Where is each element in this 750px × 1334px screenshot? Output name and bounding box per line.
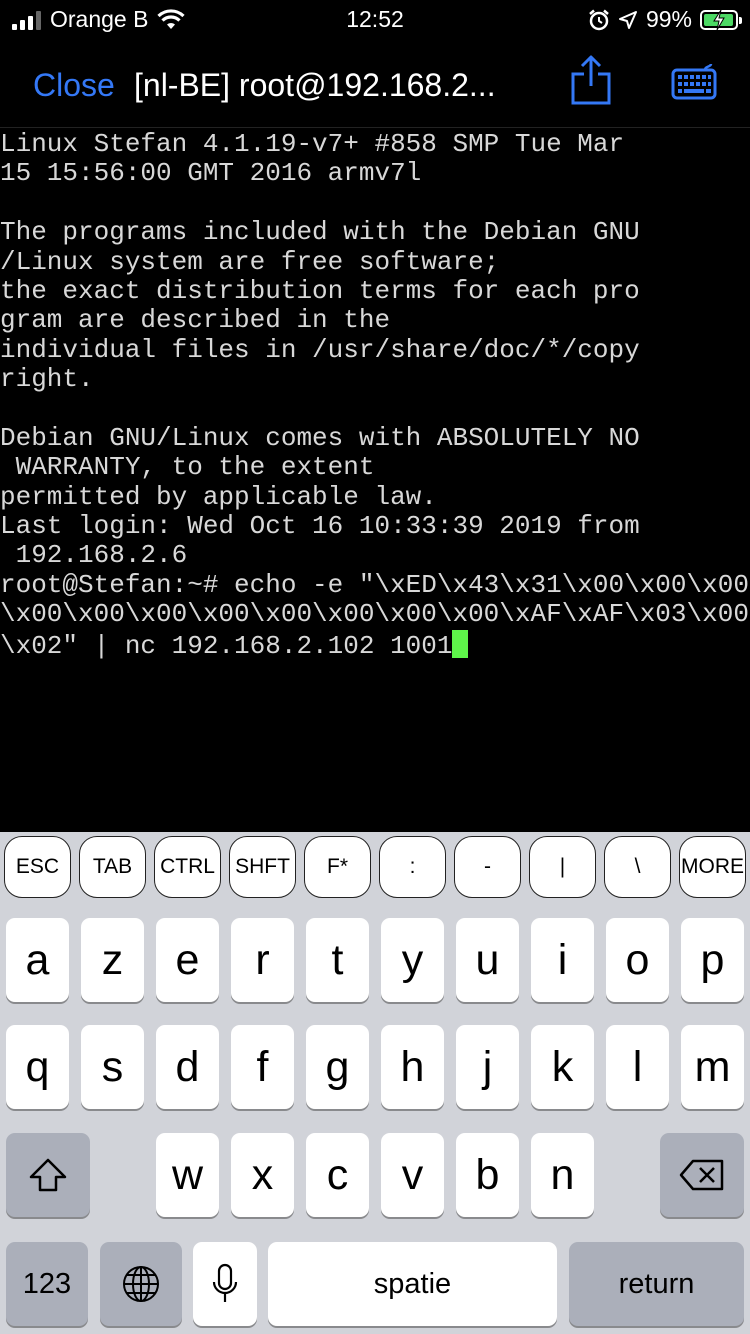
- key-t[interactable]: t: [306, 918, 369, 1002]
- pipe-key[interactable]: |: [529, 836, 596, 898]
- terminal-line: individual files in /usr/share/doc/*/cop…: [0, 334, 640, 365]
- tab-key[interactable]: TAB: [79, 836, 146, 898]
- status-bar: Orange B 12:52 99%: [0, 0, 750, 40]
- session-title: [nl-BE] root@192.168.2...: [134, 67, 496, 103]
- key-i[interactable]: i: [531, 918, 594, 1002]
- terminal-line: gram are described in the: [0, 305, 391, 336]
- key-q[interactable]: q: [6, 1025, 69, 1109]
- key-a[interactable]: a: [6, 918, 69, 1002]
- alarm-icon: [589, 9, 609, 30]
- key-l[interactable]: l: [606, 1025, 669, 1109]
- key-g[interactable]: g: [306, 1025, 369, 1109]
- terminal-line: The programs included with the Debian GN…: [0, 217, 640, 248]
- battery-percent: 99%: [645, 6, 692, 32]
- ctrl-key[interactable]: CTRL: [154, 836, 221, 898]
- terminal-line: root@Stefan:~# echo -e "\xED\x43\x31\x00…: [0, 569, 749, 600]
- backspace-icon: [679, 1159, 724, 1191]
- key-k[interactable]: k: [531, 1025, 594, 1109]
- battery-charging-icon: [700, 9, 742, 30]
- terminal-cursor: [452, 629, 469, 658]
- key-w[interactable]: w: [156, 1133, 219, 1217]
- shift-button[interactable]: [6, 1133, 90, 1217]
- terminal-line: Debian GNU/Linux comes with ABSOLUTELY N…: [0, 422, 640, 453]
- key-e[interactable]: e: [156, 918, 219, 1002]
- key-n[interactable]: n: [531, 1133, 594, 1217]
- key-o[interactable]: o: [606, 918, 669, 1002]
- terminal-line: right.: [0, 364, 94, 395]
- numbers-key[interactable]: 123: [6, 1242, 88, 1326]
- key-d[interactable]: d: [156, 1025, 219, 1109]
- keyboard-icon[interactable]: [671, 64, 717, 100]
- nav-bar: Close [nl-BE] root@192.168.2...: [0, 40, 750, 128]
- esc-key[interactable]: ESC: [4, 836, 71, 898]
- shift-arrow-icon: [29, 1158, 67, 1192]
- key-m[interactable]: m: [681, 1025, 744, 1109]
- key-x[interactable]: x: [231, 1133, 294, 1217]
- terminal-line: Last login: Wed Oct 16 10:33:39 2019 fro…: [0, 511, 640, 542]
- terminal-line: 192.168.2.6: [0, 540, 188, 571]
- terminal-prompt-line: \x02" | nc 192.168.2.102 1001: [0, 629, 750, 661]
- terminal-line: 15 15:56:00 GMT 2016 armv7l: [0, 158, 422, 189]
- key-p[interactable]: p: [681, 918, 744, 1002]
- accessory-key-bar: ESC TAB CTRL SHFT F* : - | \ MORE: [0, 832, 750, 902]
- terminal-output[interactable]: Linux Stefan 4.1.19-v7+ #858 SMP Tue Mar…: [0, 130, 750, 832]
- terminal-line: Linux Stefan 4.1.19-v7+ #858 SMP Tue Mar: [0, 130, 625, 159]
- key-b[interactable]: b: [456, 1133, 519, 1217]
- backslash-key[interactable]: \: [604, 836, 671, 898]
- function-key[interactable]: F*: [304, 836, 371, 898]
- status-right: 99%: [588, 6, 742, 33]
- terminal-line: the exact distribution terms for each pr…: [0, 275, 640, 306]
- key-j[interactable]: j: [456, 1025, 519, 1109]
- space-key[interactable]: spatie: [268, 1242, 557, 1326]
- microphone-icon: [212, 1263, 238, 1302]
- key-v[interactable]: v: [381, 1133, 444, 1217]
- dash-key[interactable]: -: [454, 836, 521, 898]
- terminal-line: \x00\x00\x00\x00\x00\x00\x00\x00\xAF\xAF…: [0, 599, 749, 630]
- backspace-button[interactable]: [660, 1133, 744, 1217]
- key-c[interactable]: c: [306, 1133, 369, 1217]
- share-icon[interactable]: [570, 54, 612, 106]
- shift-key[interactable]: SHFT: [229, 836, 296, 898]
- colon-key[interactable]: :: [379, 836, 446, 898]
- globe-icon: [123, 1266, 159, 1302]
- terminal-command-tail: \x02" | nc 192.168.2.102 1001: [0, 630, 453, 661]
- terminal-line: /Linux system are free software;: [0, 246, 500, 277]
- key-r[interactable]: r: [231, 918, 294, 1002]
- key-h[interactable]: h: [381, 1025, 444, 1109]
- globe-button[interactable]: [100, 1242, 182, 1326]
- terminal-line: WARRANTY, to the extent: [0, 452, 375, 483]
- dictation-button[interactable]: [193, 1242, 257, 1326]
- terminal-line: permitted by applicable law.: [0, 481, 437, 512]
- key-s[interactable]: s: [81, 1025, 144, 1109]
- key-u[interactable]: u: [456, 918, 519, 1002]
- close-button[interactable]: Close: [33, 67, 115, 104]
- more-key[interactable]: MORE: [679, 836, 746, 898]
- soft-keyboard: a z e r t y u i o p q s d f g h j k l m …: [0, 902, 750, 1334]
- key-y[interactable]: y: [381, 918, 444, 1002]
- return-key[interactable]: return: [569, 1242, 744, 1326]
- location-icon: [618, 10, 637, 29]
- key-f[interactable]: f: [231, 1025, 294, 1109]
- key-z[interactable]: z: [81, 918, 144, 1002]
